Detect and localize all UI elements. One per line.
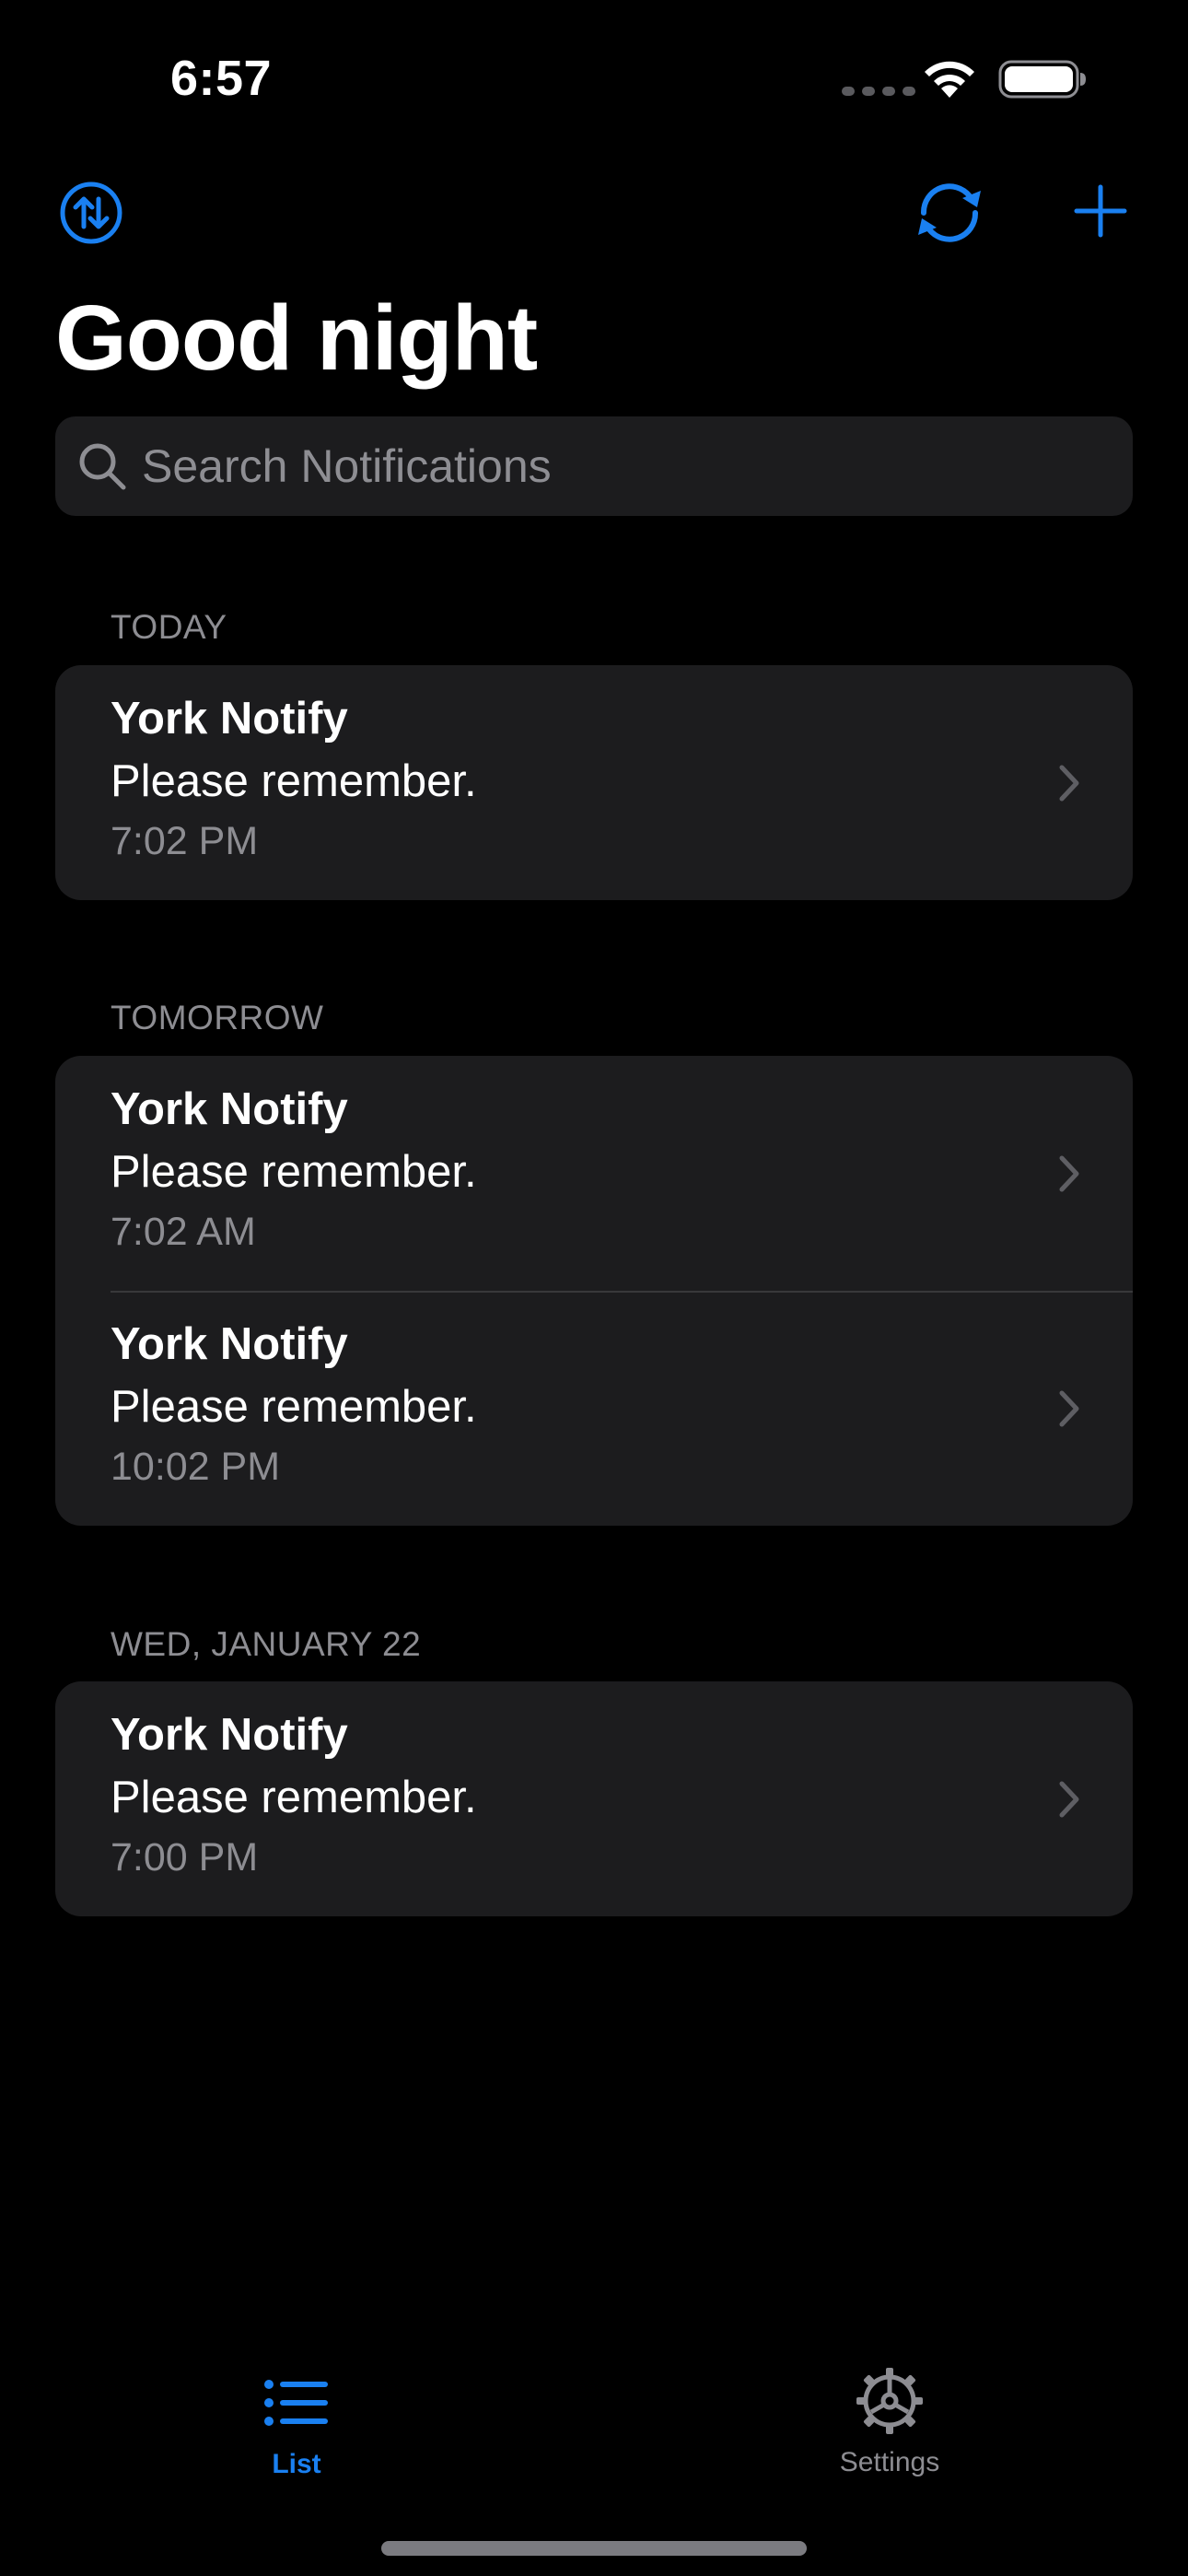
gear-icon — [856, 2368, 923, 2434]
section-header-tomorrow: TOMORROW — [111, 999, 324, 1036]
list-icon — [264, 2380, 328, 2426]
notification-body: Please remember. — [111, 756, 477, 806]
notification-time: 7:02 PM — [111, 819, 259, 863]
app-screen: 6:57 Good night Search Notifications TOD… — [0, 0, 1188, 2576]
notification-title: York Notify — [111, 1319, 348, 1369]
notification-title: York Notify — [111, 1710, 348, 1760]
notification-row[interactable]: York Notify Please remember. 10:02 PM — [55, 1291, 1133, 1526]
notification-row[interactable]: York Notify Please remember. 7:02 PM — [55, 665, 1133, 900]
plus-icon — [1074, 184, 1127, 238]
notification-group-today: York Notify Please remember. 7:02 PM — [55, 665, 1133, 900]
notification-group-tomorrow: York Notify Please remember. 7:02 AM Yor… — [55, 1056, 1133, 1526]
notification-body: Please remember. — [111, 1147, 477, 1197]
refresh-button[interactable] — [910, 173, 989, 252]
home-indicator — [381, 2541, 807, 2556]
cellular-signal-icon — [842, 87, 915, 96]
status-bar: 6:57 — [0, 0, 1188, 157]
arrow-up-down-circle-icon — [60, 181, 122, 244]
search-input[interactable]: Search Notifications — [55, 416, 1133, 516]
refresh-icon — [918, 183, 981, 242]
notification-title: York Notify — [111, 694, 348, 744]
notification-time: 7:00 PM — [111, 1835, 259, 1879]
sort-button[interactable] — [57, 179, 125, 247]
add-button[interactable] — [1070, 181, 1131, 241]
notification-row[interactable]: York Notify Please remember. 7:02 AM — [55, 1056, 1133, 1291]
search-icon — [79, 443, 126, 490]
page-title: Good night — [55, 287, 538, 390]
search-placeholder: Search Notifications — [142, 440, 552, 492]
notification-row[interactable]: York Notify Please remember. 7:00 PM — [55, 1681, 1133, 1916]
notification-body: Please remember. — [111, 1382, 477, 1432]
notification-title: York Notify — [111, 1084, 348, 1134]
chevron-right-icon — [1059, 765, 1079, 802]
tab-list[interactable]: List — [177, 2340, 416, 2480]
status-time: 6:57 — [170, 51, 273, 106]
notification-body: Please remember. — [111, 1773, 477, 1822]
notification-time: 7:02 AM — [111, 1210, 256, 1254]
notification-time: 10:02 PM — [111, 1445, 281, 1489]
section-header-date: WED, JANUARY 22 — [111, 1625, 422, 1663]
chevron-right-icon — [1059, 1781, 1079, 1818]
wifi-icon — [925, 61, 974, 98]
battery-icon — [998, 60, 1086, 99]
section-header-today: TODAY — [111, 608, 227, 646]
tab-settings[interactable]: Settings — [770, 2340, 1009, 2478]
tab-label: Settings — [839, 2447, 940, 2477]
notification-group-date: York Notify Please remember. 7:00 PM — [55, 1681, 1133, 1916]
tab-label: List — [272, 2449, 321, 2479]
chevron-right-icon — [1059, 1390, 1079, 1427]
chevron-right-icon — [1059, 1155, 1079, 1192]
